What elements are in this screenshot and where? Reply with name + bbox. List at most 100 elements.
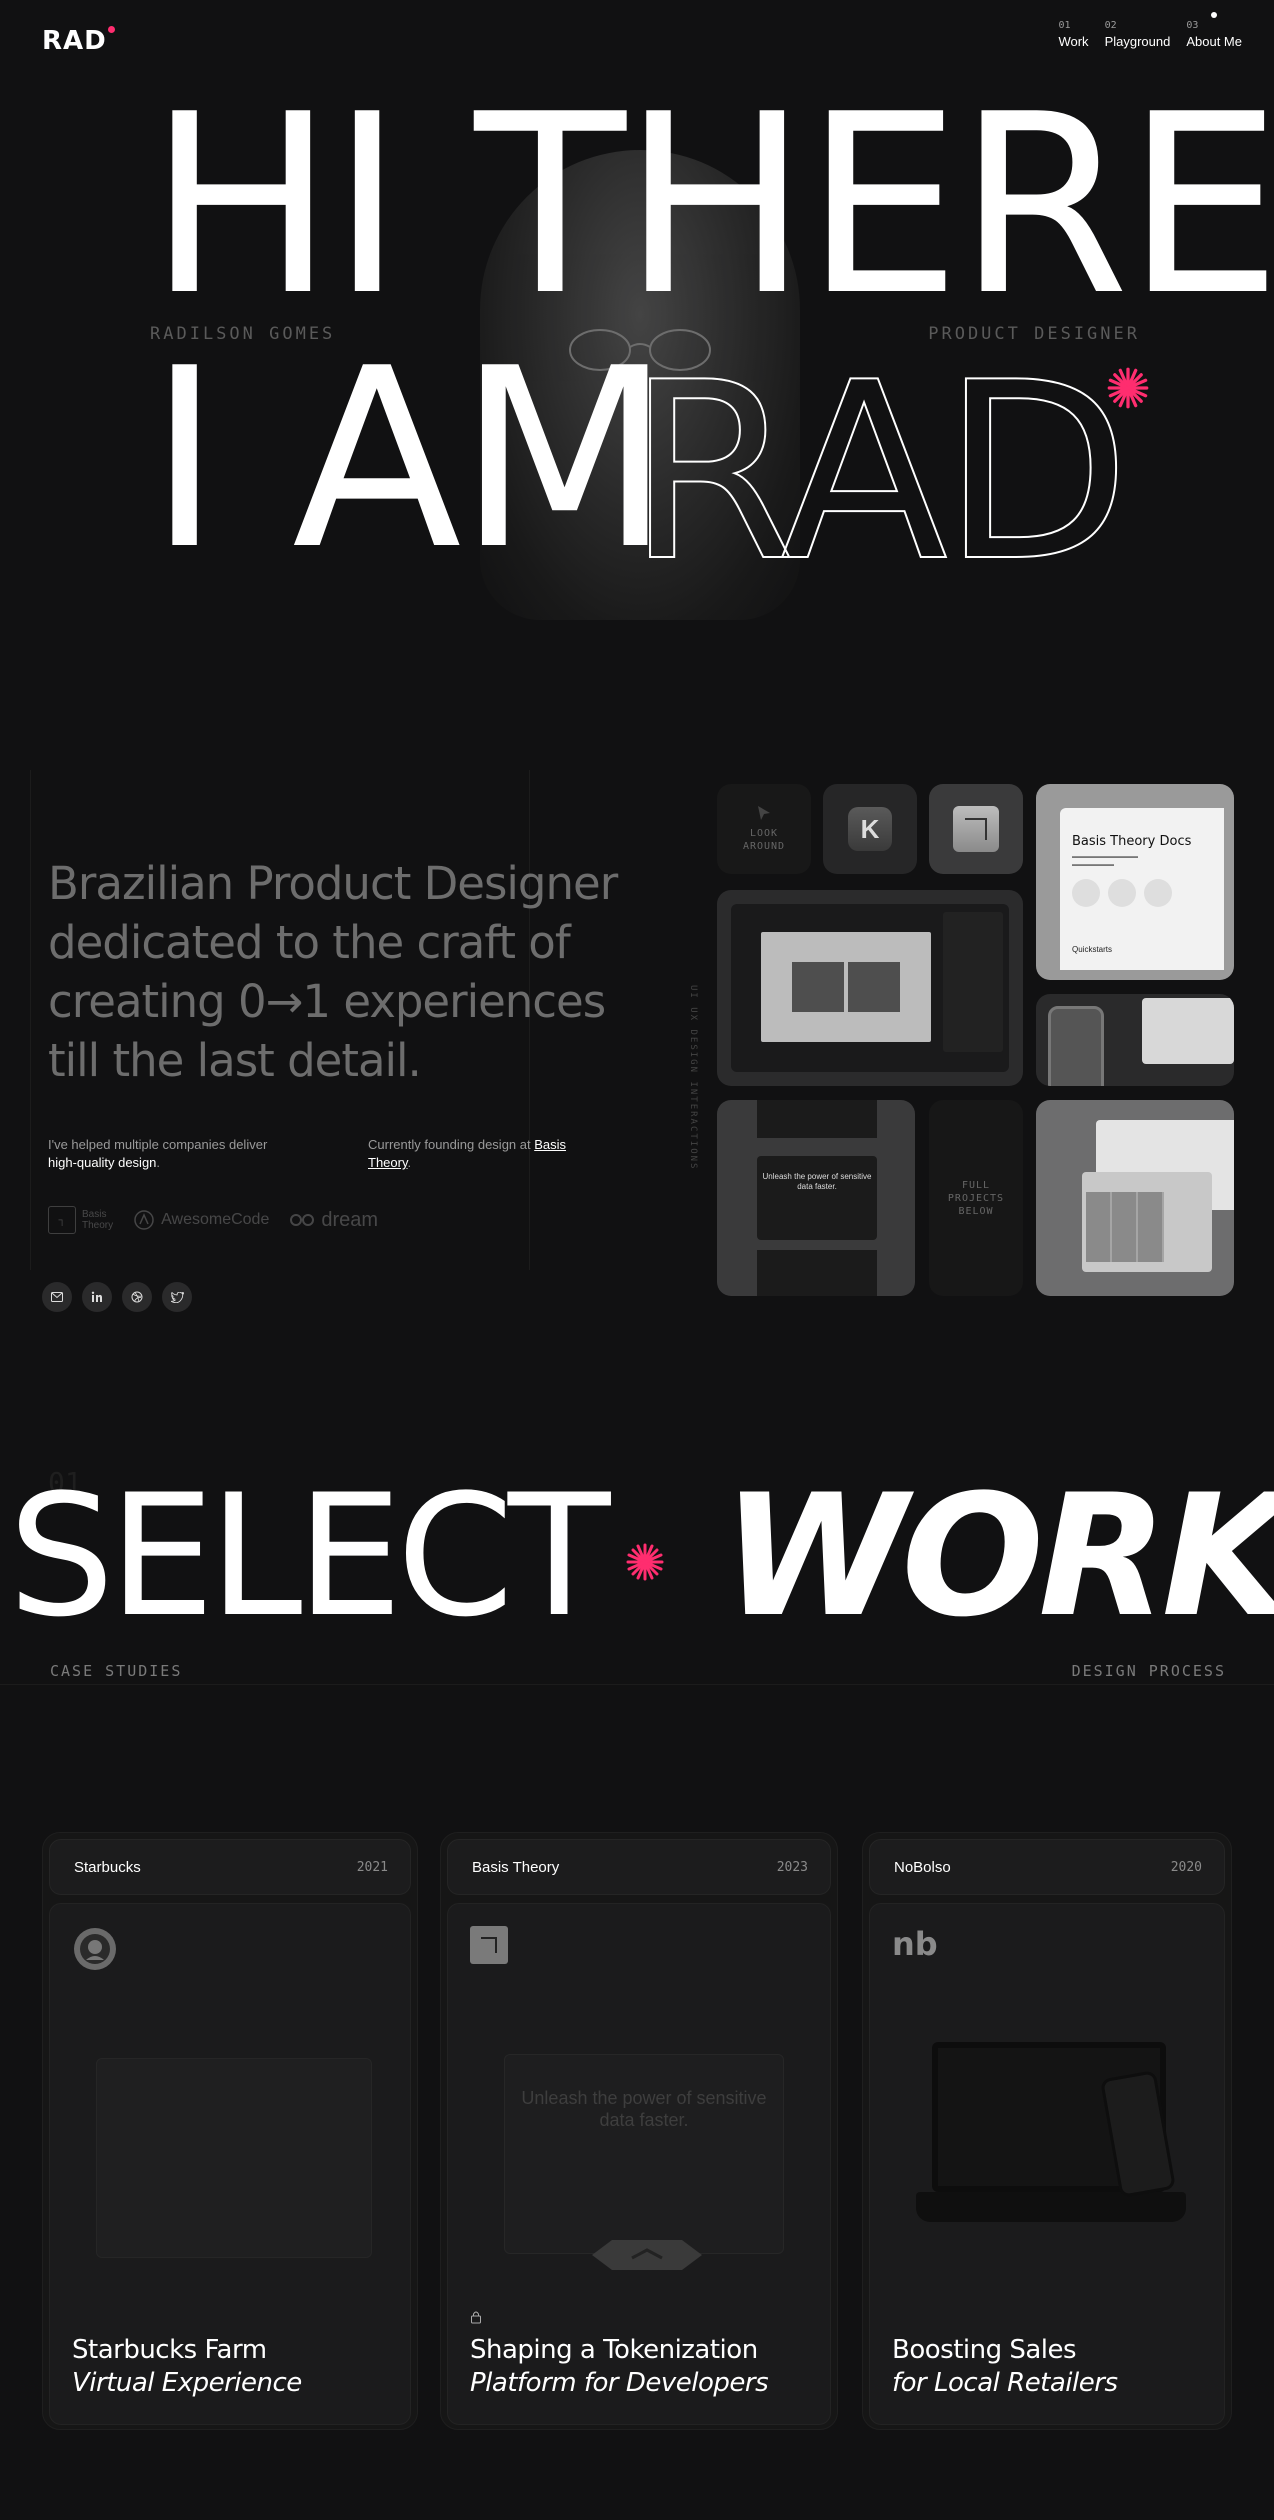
look-around-tile[interactable]: LOOK AROUND	[717, 784, 811, 874]
landing-bottom-strip	[757, 1250, 877, 1296]
docs-screen: Basis Theory Docs ▬▬▬▬▬▬▬▬▬▬▬ ▬▬▬▬▬▬▬ Qui…	[1060, 808, 1224, 970]
landing-top-strip	[757, 1100, 877, 1138]
laptop-base-mockup	[916, 2192, 1186, 2222]
client-logo-basis-theory: ┐ Basis Theory	[48, 1206, 113, 1234]
card-header: Starbucks 2021	[49, 1839, 411, 1895]
video-call-screen	[731, 904, 1009, 1072]
intro-headline: Brazilian Product Designer dedicated to …	[48, 857, 618, 1087]
card-title-main: Shaping a Tokenization	[470, 2335, 758, 2365]
nav-item-work[interactable]: 01 Work	[1058, 20, 1088, 49]
nav-number: 02	[1104, 20, 1117, 31]
mail-icon[interactable]	[42, 1282, 72, 1312]
docs-subtitle-lines: ▬▬▬▬▬▬▬▬▬▬▬ ▬▬▬▬▬▬▬	[1072, 854, 1138, 868]
section-title-work: WORK	[722, 1458, 1274, 1654]
client-name: dream	[321, 1208, 379, 1231]
basis-theory-mark: ┐	[48, 1206, 76, 1234]
hero-outlined-text: RAD	[626, 365, 1125, 565]
blurb-text: I've helped multiple companies deliver	[48, 1137, 268, 1152]
hero-headline-line2: I AM	[148, 316, 672, 604]
dream-icon	[290, 1214, 315, 1226]
chevron-shape	[592, 2240, 702, 2270]
case-study-card-basis-theory[interactable]: Basis Theory 2023 Unleash the power of s…	[440, 1832, 838, 2430]
design-process-label: DESIGN PROCESS	[1071, 1662, 1226, 1680]
card-title-main: Boosting Sales	[892, 2335, 1077, 2365]
intro-blurb-experience: I've helped multiple companies deliver h…	[48, 1136, 268, 1172]
card-year: 2020	[1170, 1859, 1202, 1875]
awesomecode-icon	[134, 1210, 154, 1230]
logo-dot	[107, 26, 115, 33]
blurb-text: .	[407, 1155, 412, 1170]
cursor-icon	[758, 806, 770, 820]
card-company: Starbucks	[74, 1858, 141, 1876]
card-title-italic: Virtual Experience	[72, 2368, 302, 2398]
client-logos: ┐ Basis Theory AwesomeCode dream	[48, 1206, 378, 1234]
basis-theory-icon	[953, 806, 999, 852]
logo-text: RAD	[42, 26, 107, 56]
card-title-main: Starbucks Farm	[72, 2335, 267, 2365]
case-study-card-nobolso[interactable]: NoBolso 2020 nb Boosting Sales for Local…	[862, 1832, 1232, 2430]
social-links	[42, 1282, 192, 1312]
lock-icon	[471, 2311, 481, 2324]
card-header: NoBolso 2020	[869, 1839, 1225, 1895]
client-logo-dream: dream	[289, 1209, 378, 1232]
docs-title: Basis Theory Docs	[1072, 834, 1192, 849]
basis-theory-app-tile[interactable]	[929, 784, 1023, 874]
nav-item-about-me[interactable]: 03 About Me	[1186, 12, 1242, 49]
card-company: Basis Theory	[472, 1858, 560, 1876]
section-title-select: SELECT	[8, 1458, 610, 1654]
asterisk-icon	[1107, 367, 1149, 409]
nav-item-playground[interactable]: 02 Playground	[1105, 20, 1171, 49]
mobile-card-mockup	[1142, 998, 1234, 1064]
starbucks-mockup	[96, 2058, 372, 2258]
asterisk-icon	[626, 1543, 664, 1581]
card-title-italic: for Local Retailers	[892, 2368, 1118, 2398]
card-title: Boosting Sales for Local Retailers	[892, 2334, 1118, 2400]
nav-number: 03	[1186, 20, 1199, 31]
bento-vertical-label: UI UX DESIGN INTERACTIONS	[688, 985, 698, 1171]
dashboard-tile[interactable]	[1036, 1100, 1234, 1296]
hero-role: PRODUCT DESIGNER	[928, 324, 1140, 344]
card-title: Starbucks Farm Virtual Experience	[72, 2334, 302, 2400]
nav-number: 01	[1058, 20, 1071, 31]
mobile-tile[interactable]	[1036, 994, 1234, 1086]
full-projects-tile[interactable]: FULL PROJECTS BELOW	[929, 1100, 1023, 1296]
blurb-text: Currently founding design at	[368, 1137, 535, 1152]
active-indicator-dot	[1211, 12, 1218, 18]
client-name-basis: Basis Theory	[82, 1209, 114, 1231]
card-year: 2021	[356, 1859, 388, 1875]
site-logo[interactable]: RAD	[42, 26, 115, 56]
linkedin-icon[interactable]	[82, 1282, 112, 1312]
docs-quickstarts: Quickstarts	[1072, 945, 1113, 954]
blurb-text: .	[156, 1155, 161, 1170]
dribbble-icon[interactable]	[122, 1282, 152, 1312]
blurb-strong: high-quality design	[48, 1155, 157, 1170]
hero-outlined-word: RAD	[626, 365, 1126, 565]
nobolso-icon: nb	[892, 1925, 938, 1963]
top-nav: 01 Work 02 Playground 03 About Me	[1058, 12, 1242, 49]
dashboard-screen-front	[1082, 1172, 1212, 1272]
landing-tile[interactable]: Unleash the power of sensitive data fast…	[717, 1100, 915, 1296]
case-study-card-starbucks[interactable]: Starbucks 2021 Starbucks Farm Virtual Ex…	[42, 1832, 418, 2430]
look-around-label: LOOK AROUND	[742, 828, 786, 852]
hero-headline-line1: HI THERE	[148, 62, 1274, 350]
card-title-italic: Platform for Developers	[470, 2368, 769, 2398]
card-body: Starbucks Farm Virtual Experience	[49, 1903, 411, 2425]
card-title: Shaping a Tokenization Platform for Deve…	[470, 2334, 769, 2400]
hero-section: HI THERE RADILSON GOMES PRODUCT DESIGNER…	[0, 0, 1274, 750]
card-header: Basis Theory 2023	[447, 1839, 831, 1895]
docs-tile[interactable]: Basis Theory Docs ▬▬▬▬▬▬▬▬▬▬▬ ▬▬▬▬▬▬▬ Qui…	[1036, 784, 1234, 980]
nav-label: Playground	[1104, 34, 1171, 49]
nav-label: Work	[1058, 34, 1089, 49]
video-call-tile[interactable]	[717, 890, 1023, 1086]
video-call-sidebar	[943, 912, 1003, 1052]
k-app-tile[interactable]: K	[823, 784, 917, 874]
basis-theory-mockup: Unleash the power of sensitive data fast…	[504, 2054, 784, 2254]
card-body: Unleash the power of sensitive data fast…	[447, 1903, 831, 2425]
twitter-icon[interactable]	[162, 1282, 192, 1312]
intro-blurb-current: Currently founding design at Basis Theor…	[368, 1136, 568, 1172]
k-app-icon: K	[848, 807, 892, 851]
card-year: 2023	[776, 1859, 808, 1875]
case-studies-label: CASE STUDIES	[50, 1662, 183, 1680]
full-projects-label: FULL PROJECTS BELOW	[947, 1179, 1005, 1217]
nav-label: About Me	[1186, 34, 1242, 49]
